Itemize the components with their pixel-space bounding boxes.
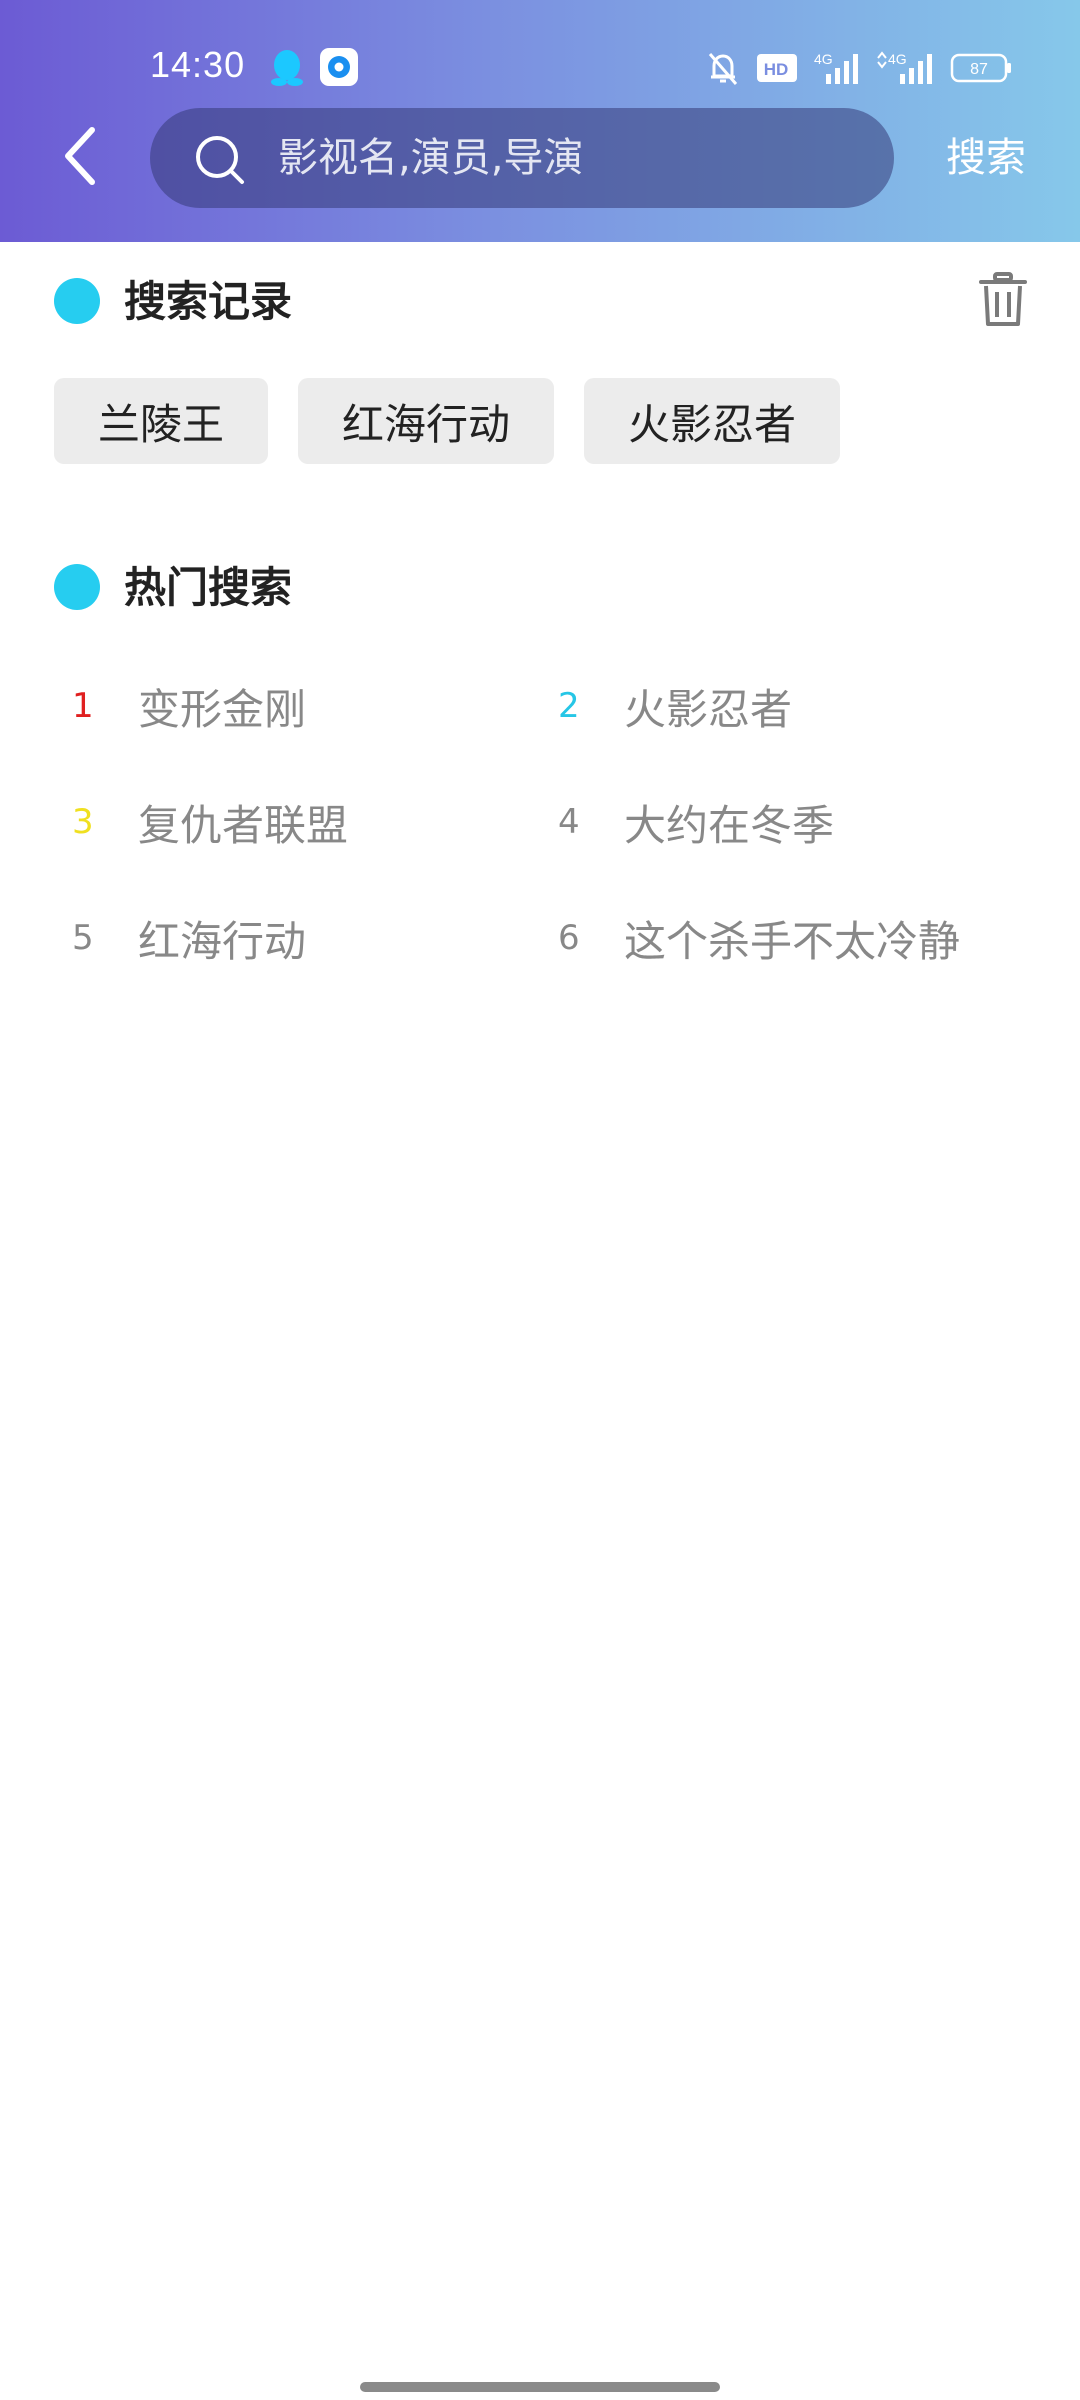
trash-icon[interactable] [978,272,1028,328]
history-list: 兰陵王 红海行动 火影忍者 [54,378,841,464]
hot-rank: 5 [72,918,94,958]
hot-rank: 1 [72,686,94,726]
hot-section-title: 热门搜索 [124,563,293,612]
hot-item[interactable]: 4 大约在冬季 [540,792,834,852]
status-time: 14:30 [150,44,246,85]
hot-item[interactable]: 5 红海行动 [54,908,306,968]
signal-1-label: 4G [814,51,833,67]
app-notification-icon [320,48,358,86]
signal-4g-icon-2: 4G [877,51,932,84]
battery-level: 87 [970,61,988,78]
hot-title: 变形金刚 [138,684,307,734]
hd-badge-icon: HD [757,54,797,82]
hot-item[interactable]: 2 火影忍者 [540,676,792,736]
top-header: 14:30 HD 4G 4G 87 影视名,演员,导演 搜索 [0,0,1080,242]
battery-icon: 87 [950,53,1011,83]
hot-title: 这个杀手不太冷静 [624,916,961,966]
mute-bell-icon [708,53,738,85]
signal-4g-icon: 4G [814,51,858,84]
search-input[interactable]: 影视名,演员,导演 [150,108,894,208]
hot-rank: 2 [558,686,580,726]
back-button[interactable] [52,120,108,192]
hot-title: 大约在冬季 [624,800,835,850]
hot-rank: 6 [558,918,580,958]
history-chip[interactable]: 火影忍者 [584,378,841,464]
search-icon [196,136,244,184]
history-section-dot [54,278,100,324]
hot-item[interactable]: 6 这个杀手不太冷静 [540,908,960,968]
hot-title: 火影忍者 [624,684,793,734]
signal-2-label: 4G [888,51,907,67]
hot-item[interactable]: 1 变形金刚 [54,676,306,736]
home-indicator[interactable] [360,2382,720,2392]
hd-badge-text: HD [764,60,789,79]
back-arrow-icon [65,127,95,185]
hot-title: 复仇者联盟 [138,800,349,850]
search-placeholder: 影视名,演员,导演 [278,135,584,181]
hot-section-dot [54,564,100,610]
status-bar: 14:30 HD 4G 4G 87 [0,0,1080,100]
status-indicators: HD 4G 4G 87 [706,48,1012,88]
hot-rank: 4 [558,802,580,842]
history-section-title: 搜索记录 [124,277,293,326]
hot-rank: 3 [72,802,94,842]
qq-icon [271,50,303,86]
history-chip[interactable]: 红海行动 [298,378,555,464]
search-button[interactable]: 搜索 [946,130,1026,186]
history-chip[interactable]: 兰陵王 [54,378,269,464]
hot-item[interactable]: 3 复仇者联盟 [54,792,348,852]
hot-title: 红海行动 [138,916,307,966]
